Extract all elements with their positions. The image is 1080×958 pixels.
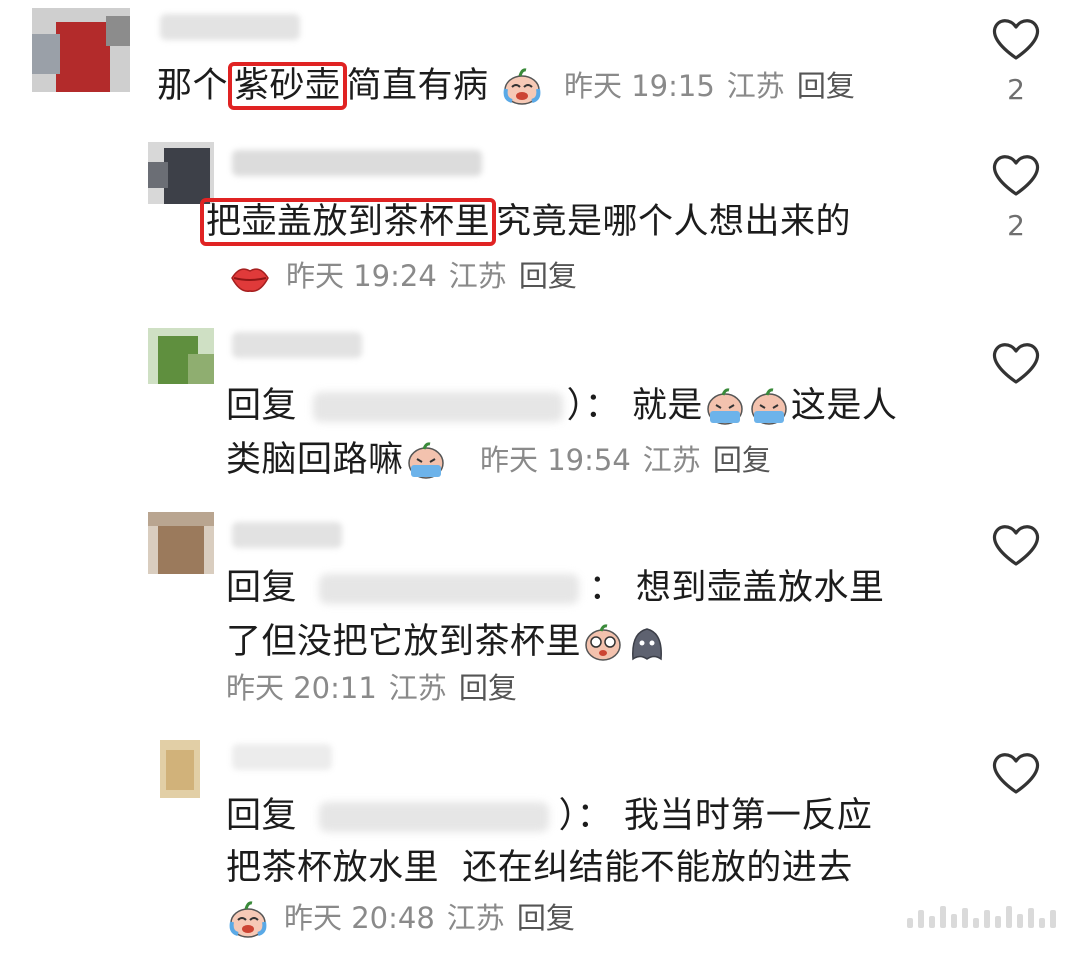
like-button[interactable] xyxy=(986,340,1046,386)
location: 江苏 xyxy=(388,671,447,705)
highlighted-phrase: 紫砂壶 xyxy=(228,62,347,110)
location: 江苏 xyxy=(446,901,505,935)
comment-text-line1: 想到壶盖放水里 xyxy=(635,568,885,608)
comment-meta: 昨天 19:15 江苏 回复 xyxy=(564,66,867,106)
reply-button[interactable]: 回复 xyxy=(459,671,517,705)
avatar[interactable] xyxy=(148,512,214,574)
like-button[interactable] xyxy=(986,522,1046,568)
ghost-emoji xyxy=(627,623,667,663)
mentioned-username-redacted xyxy=(318,574,579,604)
crying-emoji xyxy=(749,387,789,427)
reply-button[interactable]: 回复 xyxy=(517,901,575,935)
heart-outline-icon[interactable] xyxy=(991,16,1041,62)
timestamp: 昨天 20:11 xyxy=(226,671,377,705)
username-redacted xyxy=(232,332,362,358)
timestamp: 昨天 19:54 xyxy=(480,443,631,477)
comment-text-line2: 把茶杯放水里 还在纠结能不能放的进去 xyxy=(226,842,853,894)
heart-outline-icon[interactable] xyxy=(991,340,1041,386)
comment-text-line2: 了但没把它放到茶杯里 xyxy=(226,616,669,668)
like-button[interactable]: 2 xyxy=(986,152,1046,246)
comment-text-line2-content: 了但没把它放到茶杯里 xyxy=(226,622,582,662)
comment-text: 回复 ）： 我当时第一反应 xyxy=(226,790,872,842)
laugh-cry-emoji xyxy=(502,67,542,107)
highlighted-phrase: 把壶盖放到茶杯里 xyxy=(200,198,497,246)
comment-text-line2: 类脑回路嘛 xyxy=(226,434,448,486)
like-count: 2 xyxy=(1007,73,1025,106)
avatar[interactable] xyxy=(32,8,130,92)
lips-emoji xyxy=(230,261,270,295)
mentioned-username-redacted xyxy=(318,802,549,832)
watermark-icon xyxy=(907,906,1056,928)
heart-outline-icon[interactable] xyxy=(991,522,1041,568)
reply-suffix: ）： xyxy=(558,796,613,836)
comment-meta: 昨天 20:48 江苏 回复 xyxy=(226,898,587,940)
comment-text: 那个 紫砂壶 简直有病 xyxy=(157,60,544,112)
comment-text-pre: 那个 xyxy=(157,66,229,106)
reply-prefix: 回复 xyxy=(226,796,298,836)
comment-text: 回复 ： 想到壶盖放水里 xyxy=(226,562,884,614)
comment-meta: 昨天 20:11 江苏 回复 xyxy=(226,668,529,708)
reply-button[interactable]: 回复 xyxy=(797,69,855,103)
reply-suffix: ： xyxy=(588,568,625,608)
comment-text-post: 究竟是哪个人想出来的 xyxy=(496,202,852,242)
comment-text-line1-tail: 这是人 xyxy=(790,386,898,426)
comment-1: 那个 紫砂壶 简直有病 昨天 19:15 江苏 回复 2 xyxy=(0,0,1080,130)
laugh-cry-emoji xyxy=(228,900,268,940)
comment-text-line2-content: 类脑回路嘛 xyxy=(226,440,404,480)
comment-meta: 昨天 19:24 江苏 回复 xyxy=(228,256,589,296)
timestamp: 昨天 19:15 xyxy=(564,69,715,103)
comment-text-line2-content: 把茶杯放水里 还在纠结能不能放的进去 xyxy=(226,848,853,888)
mentioned-username-redacted xyxy=(312,392,563,422)
reply-button[interactable]: 回复 xyxy=(713,443,771,477)
crying-emoji xyxy=(705,387,745,427)
avatar[interactable] xyxy=(148,328,214,384)
comment-text-post: 简直有病 xyxy=(346,66,489,106)
timestamp: 昨天 20:48 xyxy=(284,901,435,935)
location: 江苏 xyxy=(448,259,507,293)
username-redacted xyxy=(232,150,482,176)
shocked-emoji xyxy=(583,623,623,663)
comment-text-line1: 就是 xyxy=(631,386,703,426)
heart-outline-icon[interactable] xyxy=(991,750,1041,796)
comment-text-line1: 我当时第一反应 xyxy=(623,796,873,836)
comment-text: 回复 ）： 就是 这是人 xyxy=(226,380,897,432)
avatar[interactable] xyxy=(160,740,200,798)
location: 江苏 xyxy=(642,443,701,477)
comment-3: 回复 ）： 就是 这是人 类脑回路嘛 昨天 19:54 江苏 回复 xyxy=(0,310,1080,500)
heart-outline-icon[interactable] xyxy=(991,152,1041,198)
username-redacted xyxy=(160,14,300,40)
crying-emoji xyxy=(406,441,446,481)
like-button[interactable] xyxy=(986,750,1046,796)
location: 江苏 xyxy=(726,69,785,103)
comment-4: 回复 ： 想到壶盖放水里 了但没把它放到茶杯里 昨天 20:11 江苏 回复 xyxy=(0,500,1080,730)
username-redacted xyxy=(232,522,342,548)
reply-suffix: ）： xyxy=(566,386,621,426)
reply-button[interactable]: 回复 xyxy=(519,259,577,293)
like-button[interactable]: 2 xyxy=(986,16,1046,110)
comment-meta: 昨天 19:54 江苏 回复 xyxy=(480,440,783,480)
timestamp: 昨天 19:24 xyxy=(286,259,437,293)
username-redacted xyxy=(232,744,332,770)
avatar[interactable] xyxy=(148,142,214,204)
reply-prefix: 回复 xyxy=(226,386,298,426)
reply-prefix: 回复 xyxy=(226,568,298,608)
comment-2: 把壶盖放到茶杯里 究竟是哪个人想出来的 昨天 19:24 江苏 回复 2 xyxy=(0,130,1080,310)
like-count: 2 xyxy=(1007,209,1025,242)
comment-text: 把壶盖放到茶杯里 究竟是哪个人想出来的 xyxy=(200,196,851,248)
